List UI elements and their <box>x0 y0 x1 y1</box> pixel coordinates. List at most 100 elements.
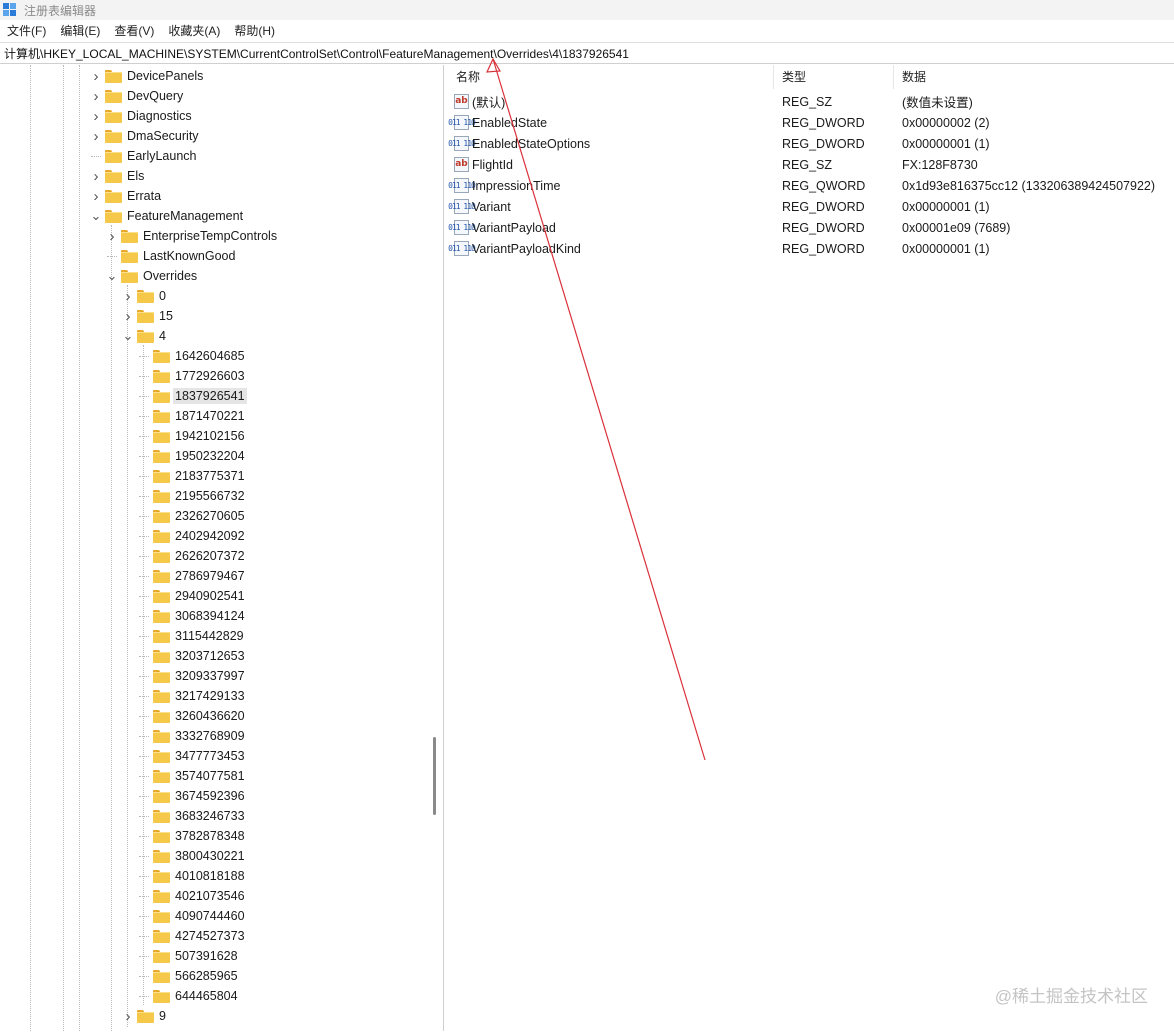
tree-guide-line <box>79 65 80 1031</box>
tree-item-15[interactable]: › 15 <box>121 306 175 326</box>
menu-help[interactable]: 帮助(H) <box>227 21 282 41</box>
tree-connector <box>137 786 151 806</box>
tree-item-label: DevicePanels <box>127 69 204 83</box>
tree-item-label: EarlyLaunch <box>127 149 197 163</box>
tree-item-1950232204[interactable]: 1950232204 <box>137 446 247 466</box>
tree-item-3477773453[interactable]: 3477773453 <box>137 746 247 766</box>
chevron-right-icon[interactable]: › <box>89 106 103 126</box>
value-data: 0x00000001 (1) <box>902 136 990 151</box>
folder-icon <box>105 129 122 143</box>
tree-item-devquery[interactable]: › DevQuery <box>89 86 185 106</box>
column-header-name[interactable]: 名称 <box>448 65 774 89</box>
tree-item-featuremanagement[interactable]: ⌄ FeatureManagement <box>89 206 245 226</box>
tree-item-9[interactable]: › 9 <box>121 1006 168 1026</box>
tree-item-4[interactable]: ⌄ 4 <box>121 326 168 346</box>
value-row[interactable]: 011 110 VariantPayloadKind REG_DWORD 0x0000… <box>448 238 1174 259</box>
tree-item-0[interactable]: › 0 <box>121 286 168 306</box>
tree-connector <box>137 886 151 906</box>
tree-item-3574077581[interactable]: 3574077581 <box>137 766 247 786</box>
tree-item-3332768909[interactable]: 3332768909 <box>137 726 247 746</box>
chevron-right-icon[interactable]: › <box>89 166 103 186</box>
folder-icon <box>153 789 170 803</box>
tree-connector <box>137 986 151 1006</box>
chevron-right-icon[interactable]: › <box>89 86 103 106</box>
tree-item-3683246733[interactable]: 3683246733 <box>137 806 247 826</box>
tree-item-dmasecurity[interactable]: › DmaSecurity <box>89 126 201 146</box>
tree-item-1871470221[interactable]: 1871470221 <box>137 406 247 426</box>
tree-item-1642604685[interactable]: 1642604685 <box>137 346 247 366</box>
value-name-cell: 011 110 EnabledState <box>448 115 774 130</box>
scrollbar-thumb[interactable] <box>433 737 436 815</box>
tree-item-3260436620[interactable]: 3260436620 <box>137 706 247 726</box>
tree-item-lastknowngood[interactable]: LastKnownGood <box>105 246 237 266</box>
chevron-right-icon[interactable]: › <box>105 226 119 246</box>
address-bar[interactable]: 计算机\HKEY_LOCAL_MACHINE\SYSTEM\CurrentCon… <box>0 42 1174 64</box>
tree-item-566285965[interactable]: 566285965 <box>137 966 240 986</box>
folder-icon <box>153 889 170 903</box>
value-row[interactable]: 011 110 EnabledState REG_DWORD 0x00000002 (… <box>448 112 1174 133</box>
tree-item-4090744460[interactable]: 4090744460 <box>137 906 247 926</box>
tree-item-1837926541[interactable]: 1837926541 <box>137 386 247 406</box>
tree-item-2626207372[interactable]: 2626207372 <box>137 546 247 566</box>
chevron-right-icon[interactable]: › <box>89 126 103 146</box>
chevron-right-icon[interactable]: › <box>121 286 135 306</box>
folder-icon <box>153 469 170 483</box>
column-header-type[interactable]: 类型 <box>774 65 894 89</box>
tree-item-earlylaunch[interactable]: EarlyLaunch <box>89 146 199 166</box>
tree-item-errata[interactable]: › Errata <box>89 186 163 206</box>
tree-item-1772926603[interactable]: 1772926603 <box>137 366 247 386</box>
tree-item-3115442829[interactable]: 3115442829 <box>137 626 246 646</box>
tree-scrollbar[interactable] <box>427 65 443 1031</box>
tree-item-diagnostics[interactable]: › Diagnostics <box>89 106 194 126</box>
chevron-right-icon[interactable]: › <box>89 66 103 86</box>
chevron-down-icon[interactable]: ⌄ <box>105 266 119 286</box>
tree-item-4274527373[interactable]: 4274527373 <box>137 926 247 946</box>
value-row[interactable]: ab (默认) REG_SZ (数值未设置) <box>448 91 1174 112</box>
tree-item-4021073546[interactable]: 4021073546 <box>137 886 247 906</box>
tree-item-3674592396[interactable]: 3674592396 <box>137 786 247 806</box>
value-row[interactable]: 011 110 ImpressionTime REG_QWORD 0x1d93e816… <box>448 175 1174 196</box>
tree-item-1942102156[interactable]: 1942102156 <box>137 426 247 446</box>
chevron-right-icon[interactable]: › <box>89 186 103 206</box>
tree-item-2402942092[interactable]: 2402942092 <box>137 526 247 546</box>
tree-item-2195566732[interactable]: 2195566732 <box>137 486 247 506</box>
menu-view[interactable]: 查看(V) <box>107 21 161 41</box>
tree-item-644465804[interactable]: 644465804 <box>137 986 240 1006</box>
tree-item-overrides[interactable]: ⌄ Overrides <box>105 266 199 286</box>
chevron-right-icon[interactable]: › <box>121 306 135 326</box>
tree-connector <box>137 486 151 506</box>
tree-item-2183775371[interactable]: 2183775371 <box>137 466 247 486</box>
tree-item-label: 1950232204 <box>175 449 245 463</box>
tree-item-2326270605[interactable]: 2326270605 <box>137 506 247 526</box>
chevron-right-icon[interactable]: › <box>121 1006 135 1026</box>
value-row[interactable]: ab FlightId REG_SZ FX:128F8730 <box>448 154 1174 175</box>
tree-item-3217429133[interactable]: 3217429133 <box>137 686 247 706</box>
string-value-icon: ab <box>454 94 469 109</box>
menu-file[interactable]: 文件(F) <box>0 21 53 41</box>
tree-item-4010818188[interactable]: 4010818188 <box>137 866 247 886</box>
tree-connector <box>137 666 151 686</box>
tree-item-els[interactable]: › Els <box>89 166 146 186</box>
tree-item-2786979467[interactable]: 2786979467 <box>137 566 247 586</box>
value-row[interactable]: 011 110 VariantPayload REG_DWORD 0x00001e09… <box>448 217 1174 238</box>
tree-item-3782878348[interactable]: 3782878348 <box>137 826 247 846</box>
tree-item-3209337997[interactable]: 3209337997 <box>137 666 247 686</box>
folder-icon <box>153 549 170 563</box>
chevron-down-icon[interactable]: ⌄ <box>121 326 135 346</box>
tree-item-label: LastKnownGood <box>143 249 236 263</box>
tree-item-devicepanels[interactable]: › DevicePanels <box>89 66 205 86</box>
value-row[interactable]: 011 110 EnabledStateOptions REG_DWORD 0x000… <box>448 133 1174 154</box>
tree-connector <box>137 526 151 546</box>
tree-item-label: 2626207372 <box>175 549 245 563</box>
tree-item-3203712653[interactable]: 3203712653 <box>137 646 247 666</box>
tree-item-3068394124[interactable]: 3068394124 <box>137 606 247 626</box>
menu-edit[interactable]: 编辑(E) <box>53 21 107 41</box>
chevron-down-icon[interactable]: ⌄ <box>89 206 103 226</box>
column-header-data[interactable]: 数据 <box>894 65 1174 89</box>
tree-item-507391628[interactable]: 507391628 <box>137 946 240 966</box>
menu-favorites[interactable]: 收藏夹(A) <box>161 21 227 41</box>
tree-item-2940902541[interactable]: 2940902541 <box>137 586 247 606</box>
tree-item-enterprisetempcontrols[interactable]: › EnterpriseTempControls <box>105 226 279 246</box>
tree-item-3800430221[interactable]: 3800430221 <box>137 846 247 866</box>
value-row[interactable]: 011 110 Variant REG_DWORD 0x00000001 (1) <box>448 196 1174 217</box>
